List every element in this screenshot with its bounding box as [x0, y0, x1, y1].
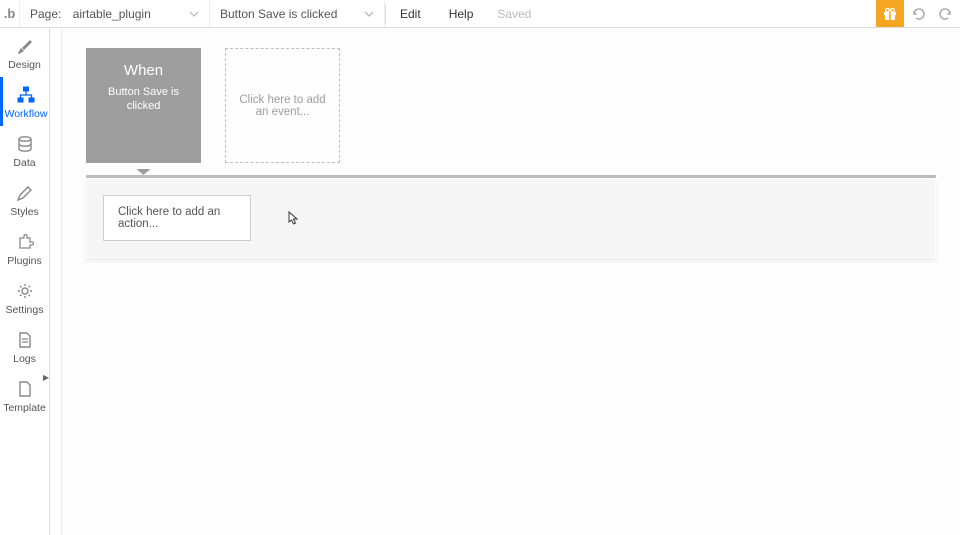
sidebar-expand-handle[interactable]: ▶	[43, 373, 49, 382]
event-dropdown[interactable]: Button Save is clicked	[210, 0, 385, 27]
gift-button[interactable]	[876, 0, 904, 27]
edit-menu[interactable]: Edit	[386, 0, 435, 27]
undo-button[interactable]	[904, 0, 932, 27]
sidebar-item-plugins[interactable]: Plugins	[0, 224, 49, 273]
pencil-icon	[15, 183, 35, 203]
workflow-canvas: When Button Save is clicked Click here t…	[62, 28, 960, 535]
sidebar-item-logs[interactable]: Logs	[0, 322, 49, 371]
event-description: Button Save is clicked	[94, 85, 193, 114]
sidebar-item-workflow[interactable]: Workflow	[0, 77, 49, 126]
sidebar: Design Workflow Data	[0, 28, 50, 535]
sidebar-item-styles[interactable]: Styles	[0, 175, 49, 224]
add-action-button[interactable]: Click here to add an action...	[103, 195, 251, 241]
file-icon	[15, 330, 35, 350]
template-icon	[15, 379, 35, 399]
undo-icon	[910, 6, 926, 22]
gear-icon	[15, 281, 35, 301]
database-icon	[15, 134, 35, 154]
event-dropdown-value: Button Save is clicked	[220, 7, 337, 21]
gift-icon	[882, 6, 898, 22]
help-menu[interactable]: Help	[435, 0, 488, 27]
topbar: .b Page: airtable_plugin Button Save is …	[0, 0, 960, 28]
sidebar-item-template[interactable]: Template	[0, 371, 49, 420]
bubble-logo[interactable]: .b	[0, 0, 20, 27]
chevron-down-icon	[189, 9, 199, 19]
add-event-button[interactable]: Click here to add an event...	[225, 48, 340, 163]
saved-status: Saved	[487, 0, 541, 27]
panel-divider	[50, 28, 62, 535]
sidebar-item-design[interactable]: Design	[0, 28, 49, 77]
event-when-label: When	[124, 62, 163, 79]
redo-icon	[938, 6, 954, 22]
puzzle-icon	[15, 232, 35, 252]
actions-panel: Click here to add an action...	[86, 178, 936, 258]
events-row: When Button Save is clicked Click here t…	[86, 48, 936, 163]
sidebar-item-data[interactable]: Data	[0, 126, 49, 175]
page-dropdown[interactable]: Page: airtable_plugin	[20, 0, 210, 27]
chevron-down-icon	[364, 9, 374, 19]
event-card-selected[interactable]: When Button Save is clicked	[86, 48, 201, 163]
paintbrush-icon	[15, 36, 35, 56]
page-dropdown-prefix: Page:	[30, 7, 61, 21]
sidebar-item-settings[interactable]: Settings	[0, 273, 49, 322]
sitemap-icon	[16, 85, 36, 105]
page-dropdown-value: airtable_plugin	[73, 7, 151, 21]
redo-button[interactable]	[932, 0, 960, 27]
